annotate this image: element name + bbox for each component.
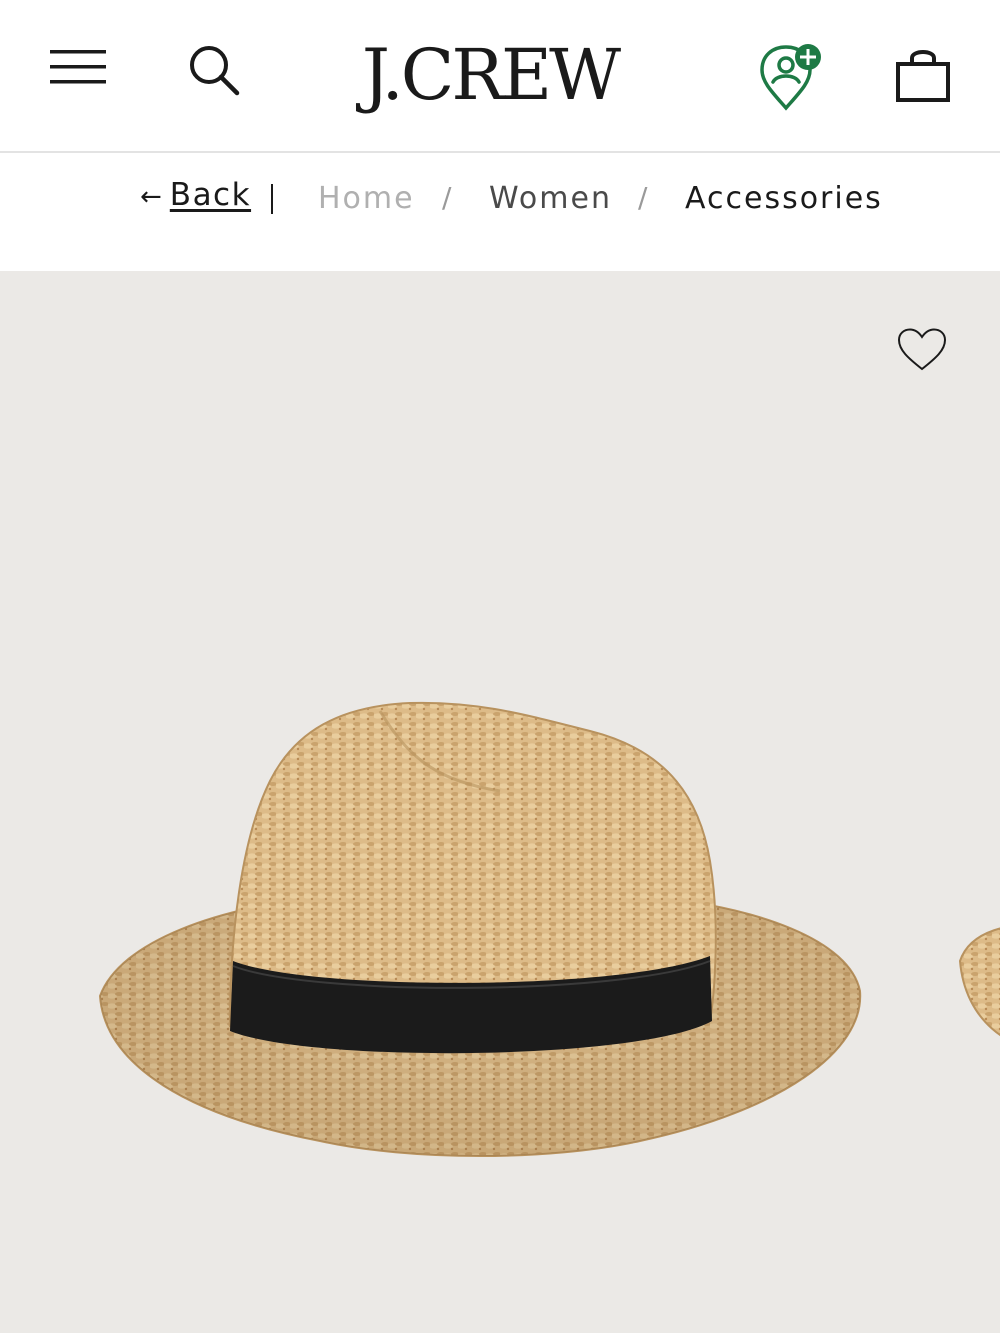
- breadcrumb-home[interactable]: Home: [318, 181, 415, 216]
- back-label: Back: [169, 177, 252, 213]
- store-locator-pin-icon: [760, 44, 821, 111]
- breadcrumb-separator: /: [442, 181, 454, 214]
- search-button[interactable]: [178, 36, 250, 104]
- brand-logo[interactable]: J.CREW: [330, 30, 650, 120]
- wishlist-button[interactable]: [890, 321, 954, 379]
- shopping-bag-icon: [896, 50, 950, 102]
- breadcrumb: ← Back Home / Women / Accessories: [0, 155, 1000, 271]
- breadcrumb-women[interactable]: Women: [489, 181, 612, 216]
- breadcrumb-accessories: Accessories: [685, 181, 883, 216]
- breadcrumb-separator: /: [638, 181, 650, 214]
- product-image-straw-fedora[interactable]: [80, 691, 880, 1191]
- back-arrow-icon: ←: [140, 182, 162, 212]
- heart-outline-icon: [897, 328, 947, 371]
- product-image-gallery[interactable]: [0, 271, 1000, 1333]
- hamburger-menu-icon: [50, 50, 106, 84]
- menu-button[interactable]: [40, 38, 116, 98]
- breadcrumb-divider: [271, 184, 273, 214]
- site-header: J.CREW: [0, 0, 1000, 153]
- back-link[interactable]: ← Back: [140, 177, 251, 213]
- next-product-image-peek[interactable]: [950, 901, 1000, 1081]
- search-icon: [190, 46, 240, 96]
- store-locator-button[interactable]: [748, 36, 828, 116]
- shopping-bag-button[interactable]: [886, 38, 960, 110]
